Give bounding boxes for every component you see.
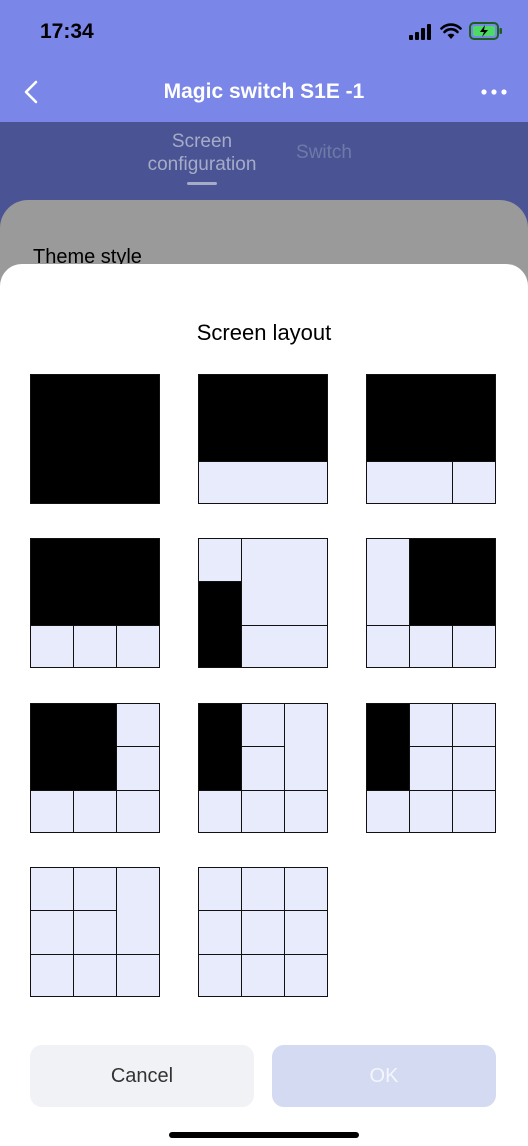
layout-cell <box>30 910 74 955</box>
layout-cell <box>241 867 285 911</box>
more-dots-icon[interactable] <box>478 80 510 104</box>
status-bar: 17:34 <box>0 0 528 62</box>
tab-switch[interactable]: Switch <box>280 142 368 164</box>
layout-cell <box>30 867 74 911</box>
layout-cell <box>284 867 328 911</box>
layout-option-7[interactable] <box>30 703 160 833</box>
layout-cell <box>116 790 160 833</box>
layout-cell <box>284 954 328 997</box>
layout-cell <box>284 910 328 955</box>
layout-option-10[interactable] <box>30 867 160 997</box>
layout-cell <box>409 790 453 833</box>
layout-cell <box>241 910 285 955</box>
layout-cell <box>198 703 242 791</box>
layout-cell <box>241 703 285 747</box>
layout-cell <box>116 625 160 668</box>
layout-cell <box>452 790 496 833</box>
layout-cell <box>241 954 285 997</box>
nav-header: Magic switch S1E -1 <box>0 62 528 122</box>
layout-cell <box>30 954 74 997</box>
layout-cell <box>116 703 160 747</box>
layout-cell <box>198 581 242 668</box>
page-title: Magic switch S1E -1 <box>163 80 365 103</box>
layout-option-3[interactable] <box>366 374 496 504</box>
layout-cell <box>73 954 117 997</box>
layout-option-5[interactable] <box>198 538 328 668</box>
layout-cell <box>198 538 242 582</box>
screen-layout-sheet: Screen layout Cancel OK <box>0 264 528 1146</box>
layout-cell <box>241 625 328 668</box>
layout-cell <box>73 625 117 668</box>
layout-cell <box>452 746 496 791</box>
layout-cell <box>366 461 453 504</box>
layout-cell <box>366 790 410 833</box>
layout-cell <box>409 703 453 747</box>
cancel-button[interactable]: Cancel <box>30 1045 254 1107</box>
layout-option-9[interactable] <box>366 703 496 833</box>
layout-cell <box>116 954 160 997</box>
layout-option-8[interactable] <box>198 703 328 833</box>
layout-cell <box>241 746 285 791</box>
layout-cell <box>30 538 160 626</box>
layout-cell <box>366 374 496 462</box>
signal-icon <box>409 24 431 40</box>
layout-cell <box>409 625 453 668</box>
layout-option-1[interactable] <box>30 374 160 504</box>
layout-cell <box>73 910 117 955</box>
sheet-title: Screen layout <box>196 320 332 345</box>
layout-cell <box>241 538 328 626</box>
layout-cell <box>198 374 328 462</box>
home-indicator <box>169 1132 359 1138</box>
layout-option-11[interactable] <box>198 867 328 997</box>
layout-cell <box>366 538 410 626</box>
layout-option-2[interactable] <box>198 374 328 504</box>
layout-cell <box>452 461 496 504</box>
layout-cell <box>30 625 74 668</box>
layout-cell <box>198 790 242 833</box>
layout-cell <box>198 867 242 911</box>
layout-cell <box>198 910 242 955</box>
tab-active-indicator <box>187 182 217 185</box>
ok-button[interactable]: OK <box>272 1045 496 1107</box>
layout-cell <box>198 954 242 997</box>
layout-cell <box>409 746 453 791</box>
status-time: 17:34 <box>40 20 94 43</box>
layout-cell <box>30 374 160 504</box>
layout-cell <box>73 790 117 833</box>
layout-cell <box>452 625 496 668</box>
tab-screen-configuration[interactable]: Screen configuration <box>132 130 272 185</box>
layout-cell <box>116 867 160 955</box>
layout-option-4[interactable] <box>30 538 160 668</box>
wifi-icon <box>440 23 462 39</box>
layout-cell <box>30 790 74 833</box>
layout-cell <box>30 703 117 791</box>
layout-cell <box>452 703 496 747</box>
battery-charging-icon <box>469 22 502 40</box>
layout-cell <box>366 703 410 791</box>
layout-cell <box>366 625 410 668</box>
layout-cell <box>409 538 496 626</box>
layout-cell <box>73 867 117 911</box>
layout-cell <box>284 790 328 833</box>
tab-screen-configuration-label: Screen configuration <box>147 131 257 175</box>
layout-cell <box>241 790 285 833</box>
layout-cell <box>198 461 328 504</box>
layout-cell <box>284 703 328 791</box>
layout-cell <box>116 746 160 791</box>
layout-option-6[interactable] <box>366 538 496 668</box>
tab-bar: Screen configuration Switch <box>0 122 528 202</box>
